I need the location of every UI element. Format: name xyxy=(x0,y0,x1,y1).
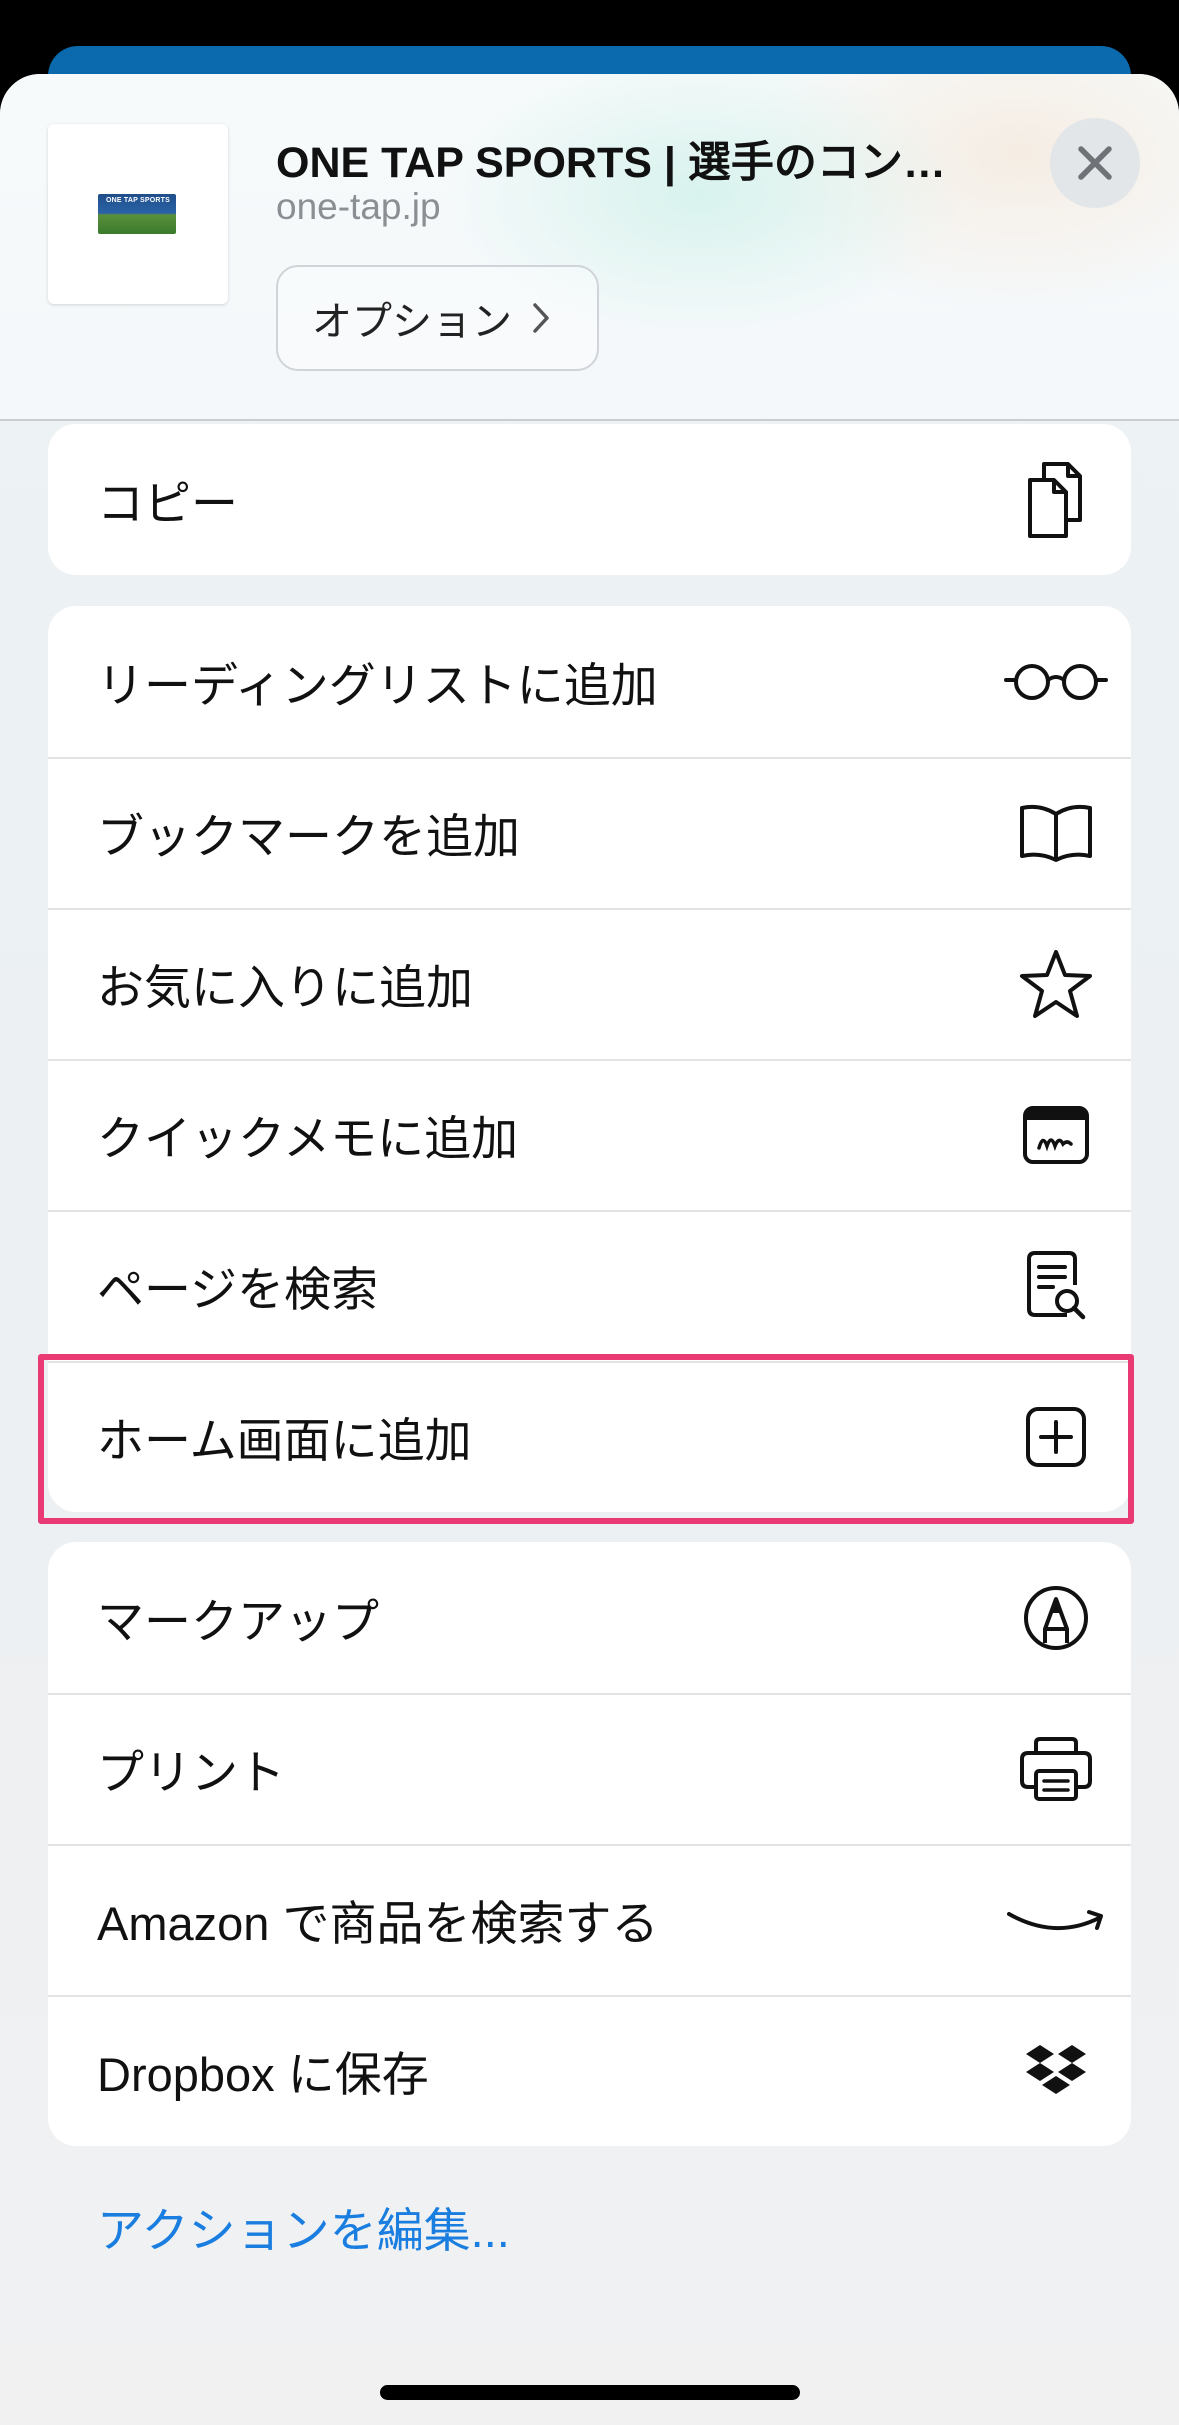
action-label: Amazon で商品を検索する xyxy=(97,1897,659,1950)
page-thumbnail-image: ONE TAP SPORTS xyxy=(98,194,176,234)
screen: ONE TAP SPORTS ONE TAP SPORTS | 選手のコン… o… xyxy=(0,0,1179,2425)
edit-actions-link[interactable]: アクションを編集... xyxy=(97,2192,510,2261)
action-label: ブックマークを追加 xyxy=(97,810,520,863)
action-add-to-quick-note[interactable]: クイックメモに追加 xyxy=(48,1059,1131,1210)
dropbox-icon xyxy=(1001,2021,1111,2121)
action-label: ページを検索 xyxy=(97,1263,379,1316)
close-button[interactable] xyxy=(1050,118,1140,208)
action-add-to-favorites[interactable]: お気に入りに追加 xyxy=(48,908,1131,1059)
book-icon xyxy=(1001,783,1111,883)
chevron-right-icon xyxy=(533,303,549,333)
action-add-to-reading-list[interactable]: リーディングリストに追加 xyxy=(48,606,1131,757)
home-indicator xyxy=(380,2385,800,2400)
action-find-on-page[interactable]: ページを検索 xyxy=(48,1210,1131,1361)
action-search-amazon[interactable]: Amazon で商品を検索する xyxy=(48,1844,1131,1995)
markup-pen-icon xyxy=(1001,1568,1111,1668)
action-label: ホーム画面に追加 xyxy=(97,1414,472,1467)
glasses-icon xyxy=(1001,632,1111,732)
find-in-page-icon xyxy=(1001,1236,1111,1336)
star-icon xyxy=(1001,934,1111,1034)
action-label: プリント xyxy=(97,1746,285,1799)
thumbnail-logo-text: ONE TAP SPORTS xyxy=(106,197,170,204)
page-domain: one-tap.jp xyxy=(276,186,441,227)
amazon-smile-icon xyxy=(1001,1870,1111,1970)
action-add-to-home-screen[interactable]: ホーム画面に追加 xyxy=(48,1361,1131,1512)
action-print[interactable]: プリント xyxy=(48,1693,1131,1844)
copy-card: コピー xyxy=(48,424,1131,575)
actions-card: リーディングリストに追加 ブックマークを追加 お気に入りに追加 クイックメモに追… xyxy=(48,606,1131,1512)
page-thumbnail: ONE TAP SPORTS xyxy=(48,124,228,304)
page-title: ONE TAP SPORTS | 選手のコン… xyxy=(276,139,946,187)
action-label: リーディングリストに追加 xyxy=(97,659,658,712)
quick-note-icon xyxy=(1001,1085,1111,1185)
printer-icon xyxy=(1001,1719,1111,1819)
copy-icon xyxy=(1001,450,1111,550)
action-label: クイックメモに追加 xyxy=(97,1112,519,1165)
action-label: Dropbox に保存 xyxy=(97,2048,429,2101)
action-add-bookmark[interactable]: ブックマークを追加 xyxy=(48,757,1131,908)
options-button[interactable]: オプション xyxy=(276,265,599,371)
action-markup[interactable]: マークアップ xyxy=(48,1542,1131,1693)
action-label: コピー xyxy=(97,477,238,530)
close-icon xyxy=(1078,146,1112,180)
share-sheet-header: ONE TAP SPORTS ONE TAP SPORTS | 選手のコン… o… xyxy=(0,74,1179,421)
action-copy[interactable]: コピー xyxy=(48,424,1131,575)
action-save-to-dropbox[interactable]: Dropbox に保存 xyxy=(48,1995,1131,2146)
options-label: オプション xyxy=(312,300,512,344)
share-sheet: ONE TAP SPORTS ONE TAP SPORTS | 選手のコン… o… xyxy=(0,74,1179,2425)
add-square-icon xyxy=(1001,1387,1111,1487)
action-label: マークアップ xyxy=(97,1595,379,1648)
extensions-card: マークアップ プリント Amazon で商品を検索する Dropbox に保存 xyxy=(48,1542,1131,2146)
action-label: お気に入りに追加 xyxy=(97,961,473,1014)
